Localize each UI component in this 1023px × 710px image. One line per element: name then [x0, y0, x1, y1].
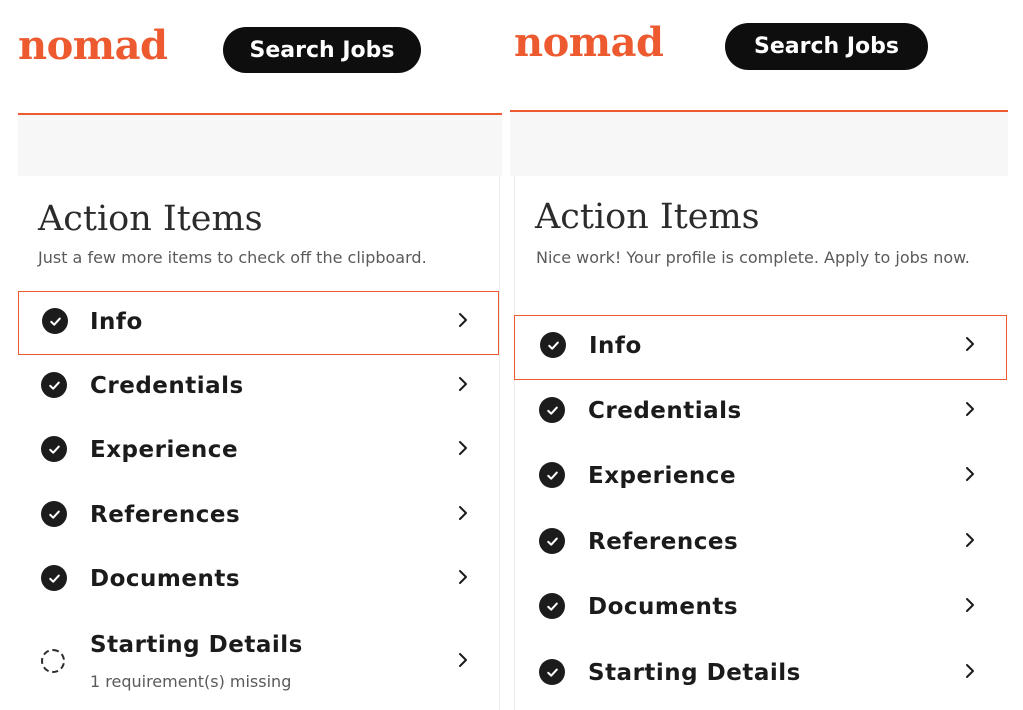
action-item-label: Starting Details — [588, 660, 801, 686]
check-circle-icon — [540, 332, 566, 358]
check-circle-icon — [41, 565, 67, 591]
screen-after: nomad Search Jobs Action Items Nice work… — [507, 0, 1017, 710]
content-edge — [499, 176, 500, 710]
nomad-logo[interactable]: nomad — [18, 22, 168, 69]
chevron-right-icon — [459, 377, 467, 391]
page-title: Action Items — [38, 199, 263, 239]
chevron-right-icon — [966, 598, 974, 612]
search-jobs-button[interactable]: Search Jobs — [223, 27, 421, 73]
action-item-label: References — [90, 502, 241, 528]
chevron-right-icon — [459, 570, 467, 584]
action-item-credentials[interactable]: Credentials — [18, 357, 499, 419]
check-circle-icon — [539, 397, 565, 423]
nomad-logo[interactable]: nomad — [514, 19, 664, 66]
action-item-label: References — [588, 529, 739, 555]
check-circle-icon — [42, 308, 68, 334]
action-item-label: Experience — [90, 437, 239, 463]
action-item-references[interactable]: References — [18, 486, 499, 548]
chevron-right-icon — [459, 441, 467, 455]
check-circle-icon — [41, 501, 67, 527]
action-item-references[interactable]: References — [514, 513, 1007, 577]
chevron-right-icon — [966, 533, 974, 547]
action-item-experience[interactable]: Experience — [514, 447, 1007, 511]
chevron-right-icon — [966, 337, 974, 351]
screen-before: nomad Search Jobs Action Items Just a fe… — [0, 0, 504, 710]
action-item-starting-details[interactable]: Starting Details — [514, 644, 1007, 708]
action-item-experience[interactable]: Experience — [18, 421, 499, 483]
check-circle-icon — [539, 593, 565, 619]
chevron-right-icon — [966, 402, 974, 416]
action-item-documents[interactable]: Documents — [514, 578, 1007, 642]
action-item-label: Credentials — [588, 398, 742, 424]
action-item-label: Credentials — [90, 373, 244, 399]
header-band — [18, 115, 502, 176]
action-item-label: Info — [589, 333, 642, 359]
page-subtitle: Just a few more items to check off the c… — [38, 248, 427, 267]
chevron-right-icon — [966, 664, 974, 678]
page-subtitle: Nice work! Your profile is complete. App… — [536, 248, 970, 267]
action-item-label: Documents — [588, 594, 739, 620]
chevron-right-icon — [459, 313, 467, 327]
chevron-right-icon — [459, 653, 467, 667]
action-item-label: Starting Details — [90, 632, 303, 658]
action-item-label: Experience — [588, 463, 737, 489]
action-item-info[interactable]: Info — [18, 291, 499, 355]
page-title: Action Items — [535, 197, 760, 237]
action-item-label: Info — [90, 309, 143, 335]
check-circle-icon — [539, 528, 565, 554]
search-jobs-button[interactable]: Search Jobs — [725, 23, 928, 70]
action-item-info[interactable]: Info — [514, 315, 1007, 380]
action-item-starting-details[interactable]: Starting Details 1 requirement(s) missin… — [18, 616, 499, 700]
check-circle-icon — [41, 372, 67, 398]
action-item-label: Documents — [90, 566, 241, 592]
chevron-right-icon — [966, 467, 974, 481]
chevron-right-icon — [459, 506, 467, 520]
dashed-circle-icon — [41, 649, 65, 673]
header-band — [510, 112, 1008, 176]
check-circle-icon — [41, 436, 67, 462]
check-circle-icon — [539, 659, 565, 685]
action-item-documents[interactable]: Documents — [18, 550, 499, 612]
requirements-missing-note: 1 requirement(s) missing — [90, 672, 292, 691]
check-circle-icon — [539, 462, 565, 488]
action-item-credentials[interactable]: Credentials — [514, 382, 1007, 446]
